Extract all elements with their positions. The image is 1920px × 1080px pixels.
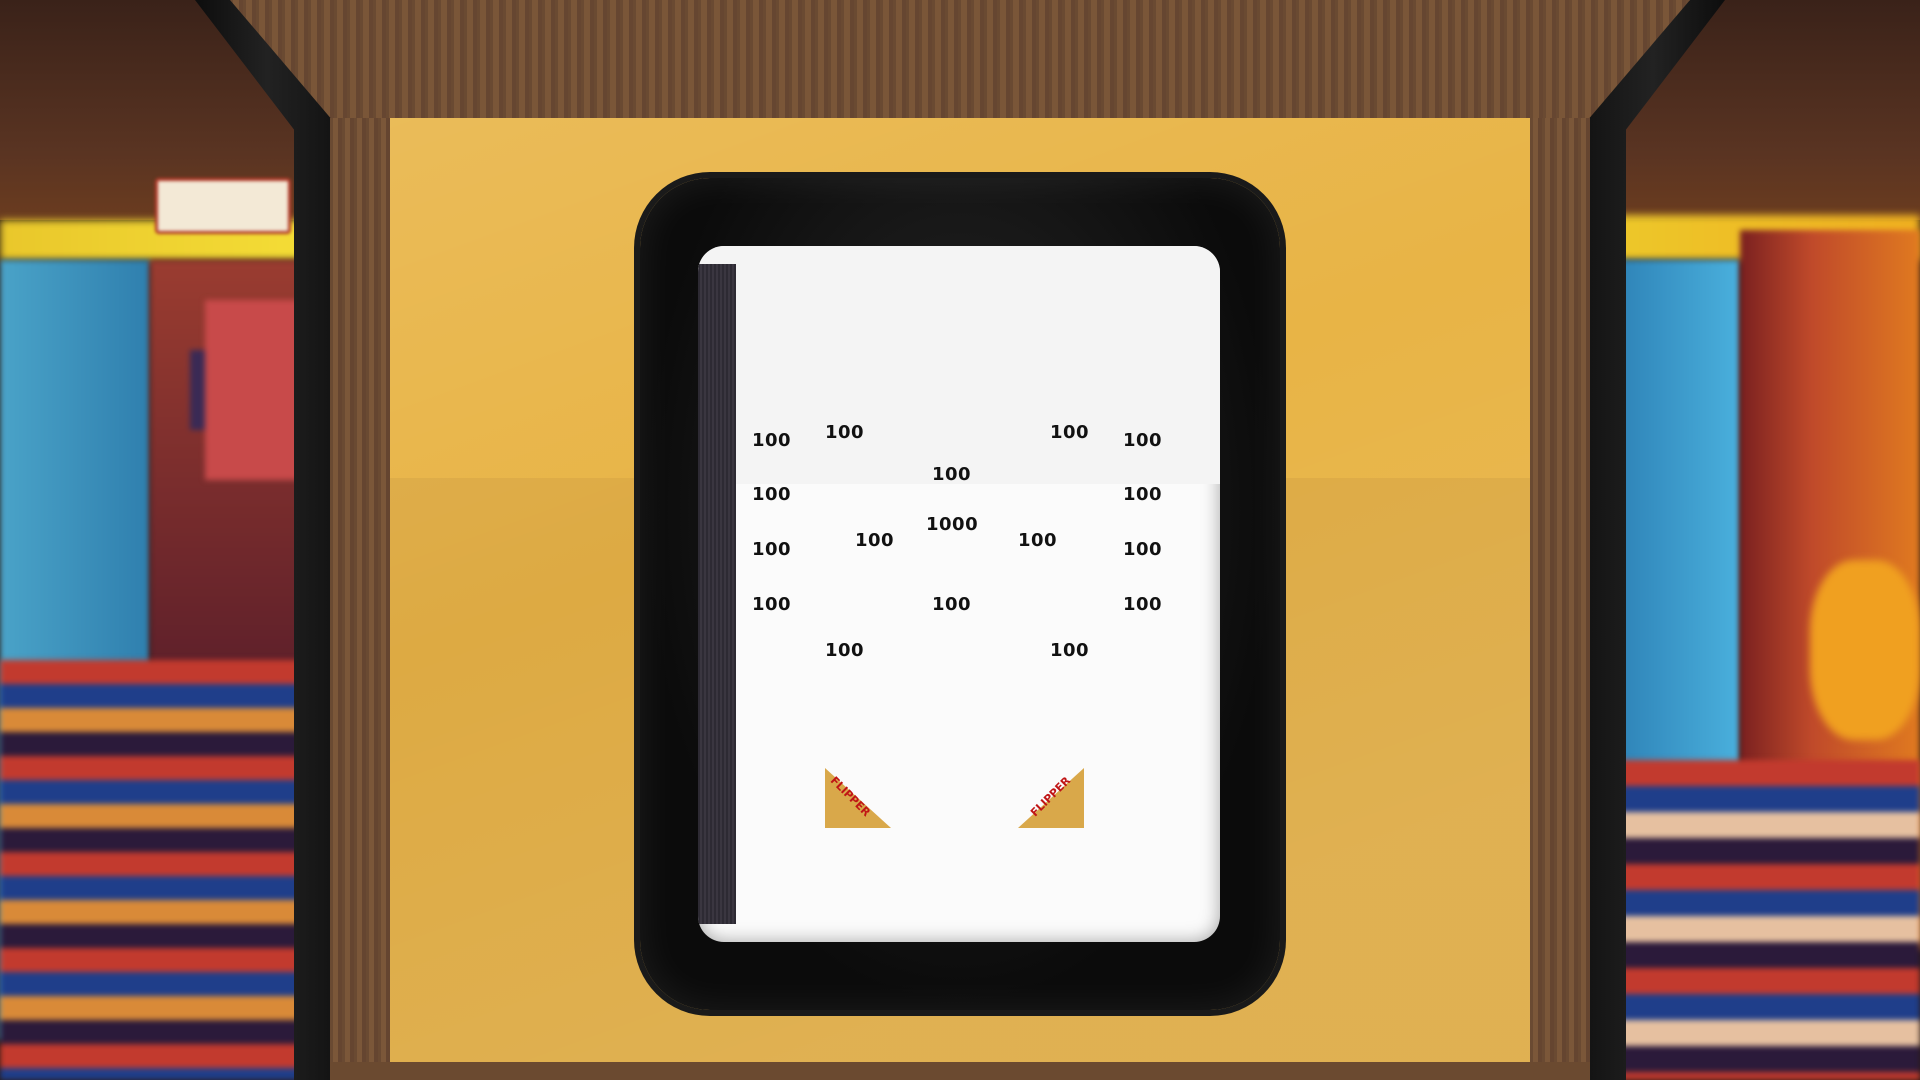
bonus-target[interactable]: 1000	[926, 514, 978, 535]
score-target[interactable]: 100	[825, 422, 864, 443]
score-target[interactable]: 100	[932, 464, 971, 485]
score-target[interactable]: 100	[855, 530, 894, 551]
carpet-left	[0, 660, 340, 1080]
wall-sign	[155, 178, 291, 234]
left-flipper[interactable]: FLIPPER	[825, 768, 891, 828]
score-target[interactable]: 100	[1050, 422, 1089, 443]
score-target[interactable]: 100	[1018, 530, 1057, 551]
cabinet-left-wood	[330, 118, 390, 1080]
score-target[interactable]: 100	[932, 594, 971, 615]
game-screen[interactable]: 100 100 100 100 100 100 100 1000 100 100…	[698, 246, 1220, 942]
background-cabinet-right-3	[1810, 560, 1920, 740]
score-target[interactable]: 100	[1050, 640, 1089, 661]
cabinet-top-wood	[230, 0, 1690, 120]
cabinet-bottom-wood	[330, 1062, 1590, 1080]
score-target[interactable]: 100	[752, 430, 791, 451]
carpet-right	[1580, 760, 1920, 1080]
score-target[interactable]: 100	[825, 640, 864, 661]
cabinet-right-wood	[1530, 118, 1590, 1080]
score-target[interactable]: 100	[1123, 430, 1162, 451]
score-target[interactable]: 100	[752, 484, 791, 505]
right-flipper[interactable]: FLIPPER	[1018, 768, 1084, 828]
score-target[interactable]: 100	[752, 539, 791, 560]
playfield[interactable]: 100 100 100 100 100 100 100 1000 100 100…	[736, 246, 1220, 942]
score-target[interactable]: 100	[752, 594, 791, 615]
background-cabinet-right-1	[1620, 260, 1740, 820]
score-target[interactable]: 100	[1123, 484, 1162, 505]
plunger-lane	[698, 264, 736, 924]
score-target[interactable]: 100	[1123, 539, 1162, 560]
score-target[interactable]: 100	[1123, 594, 1162, 615]
